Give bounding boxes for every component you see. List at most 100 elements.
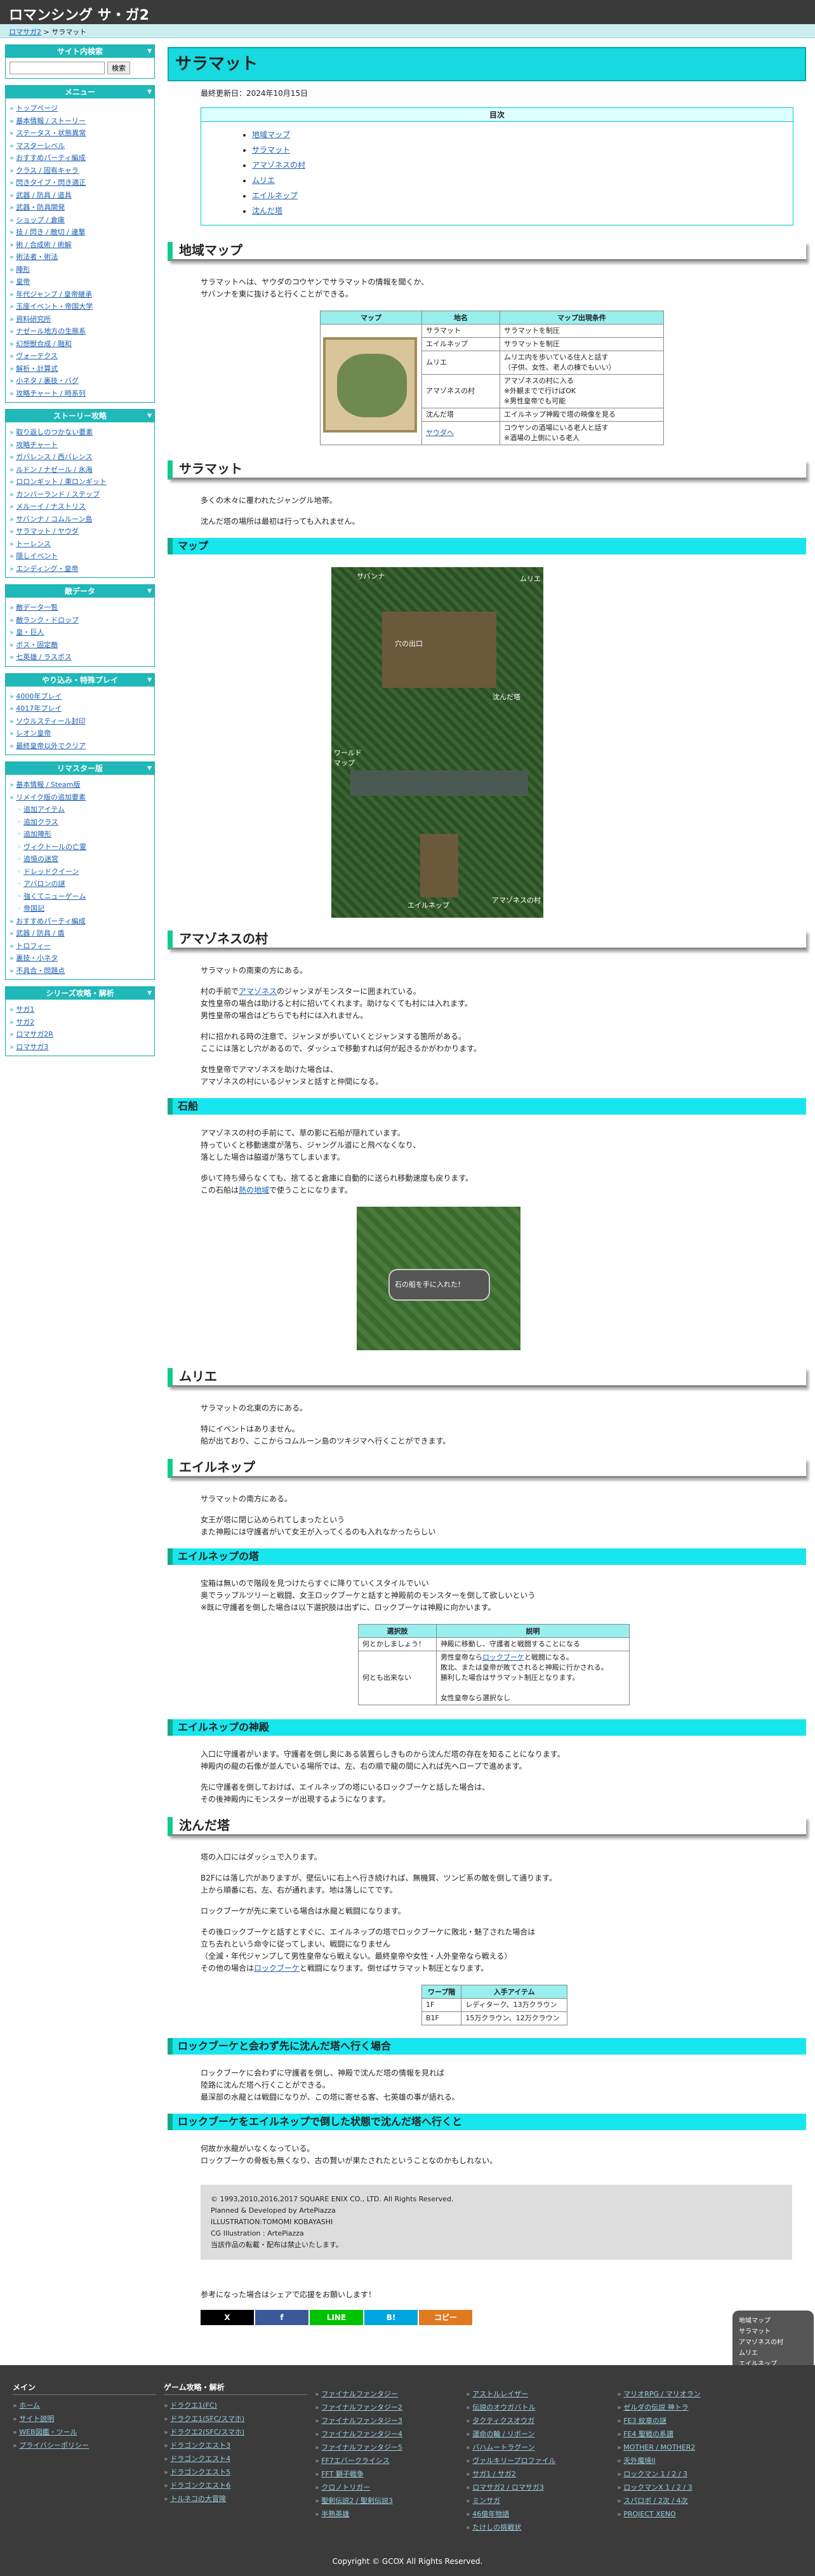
- footer-link[interactable]: サガ1 / サガ2: [466, 2467, 609, 2481]
- sidebar-item[interactable]: サバンナ / コムルーン島: [10, 513, 152, 526]
- footer-link[interactable]: ドラクエ2(SFC/スマホ): [164, 2425, 307, 2439]
- footer-link[interactable]: ドラゴンクエスト3: [164, 2439, 307, 2452]
- sidebar-item[interactable]: 幻想獣合成 / 融和: [10, 338, 152, 351]
- sidebar-item[interactable]: トロフィー: [10, 940, 152, 953]
- sidebar-item[interactable]: 七英雄 / ラスボス: [10, 651, 152, 664]
- footer-link[interactable]: ドラゴンクエスト6: [164, 2479, 307, 2492]
- sidebar-item[interactable]: 強くてニューゲーム: [10, 890, 152, 903]
- sidebar-item[interactable]: ソウルスティール封印: [10, 715, 152, 728]
- sidebar-item[interactable]: マスターレベル: [10, 140, 152, 152]
- footer-link[interactable]: サイト説明: [13, 2412, 156, 2425]
- footer-link[interactable]: FE4 聖戦の系譜: [617, 2427, 760, 2441]
- toc-item[interactable]: アマゾネスの村: [252, 158, 793, 173]
- sidebar-item[interactable]: エンディング・皇帝: [10, 563, 152, 575]
- footer-link[interactable]: トルネコの大冒険: [164, 2492, 307, 2506]
- sidebar-item[interactable]: 取り返しのつかない要素: [10, 426, 152, 439]
- footer-link[interactable]: ロックマンX 1 / 2 / 3: [617, 2481, 760, 2494]
- sidebar-item[interactable]: 解析・計算式: [10, 363, 152, 375]
- sidebar-item[interactable]: 追加アイテム: [10, 803, 152, 816]
- site-title[interactable]: ロマンシング サ・ガ2: [9, 8, 149, 23]
- sidebar-item[interactable]: 武器 / 防具 / 道具: [10, 189, 152, 202]
- sidebar-item[interactable]: 技 / 閃き / 敵切 / 連撃: [10, 226, 152, 239]
- sidebar-item[interactable]: 裏技・小ネタ: [10, 952, 152, 965]
- sidebar-item[interactable]: 敵データ一覧: [10, 601, 152, 614]
- float-nav-item[interactable]: アマゾネスの村: [739, 2337, 807, 2348]
- sidebar-item[interactable]: ロマサガ2R: [10, 1028, 152, 1041]
- sidebar-item[interactable]: 術法者・術法: [10, 251, 152, 264]
- footer-link[interactable]: ドラクエ1(FC): [164, 2399, 307, 2412]
- sidebar-item[interactable]: ヴォーテクス: [10, 350, 152, 363]
- sidebar-item[interactable]: 4000年プレイ: [10, 690, 152, 703]
- sidebar-item[interactable]: クラス / 固有キャラ: [10, 164, 152, 177]
- sidebar-item[interactable]: 皇・巨人: [10, 626, 152, 639]
- toc-item[interactable]: 地域マップ: [252, 127, 793, 142]
- sidebar-item[interactable]: 年代ジャンプ / 皇帝継承: [10, 288, 152, 301]
- footer-link[interactable]: WEB図鑑・ツール: [13, 2425, 156, 2439]
- sidebar-item[interactable]: ドレッドクイーン: [10, 866, 152, 878]
- sidebar-item[interactable]: 資料研究所: [10, 313, 152, 326]
- sidebar-item[interactable]: 帝国記: [10, 902, 152, 915]
- sidebar-item[interactable]: ガバレンス / 西バレンス: [10, 451, 152, 464]
- sidebar-item[interactable]: 追加クラス: [10, 816, 152, 829]
- float-nav-item[interactable]: 地域マップ: [739, 2316, 807, 2326]
- share-button[interactable]: LINE: [310, 2310, 363, 2325]
- sidebar-item[interactable]: ヴィクトールの亡霊: [10, 841, 152, 854]
- footer-link[interactable]: 天外魔境II: [617, 2454, 760, 2467]
- sidebar-item[interactable]: ロロンギット / 東ロンギット: [10, 476, 152, 488]
- footer-link[interactable]: FFT 獅子戦争: [315, 2467, 458, 2481]
- sidebar-item[interactable]: 閃きタイプ・閃き適正: [10, 177, 152, 189]
- sidebar-item[interactable]: 4017年プレイ: [10, 702, 152, 715]
- footer-link[interactable]: FF7エバークライシス: [315, 2454, 458, 2467]
- sidebar-item[interactable]: ルドン / ナゼール / 氷海: [10, 464, 152, 476]
- sidebar-item[interactable]: ナゼール地方の生態系: [10, 325, 152, 338]
- sidebar-item[interactable]: ボス・固定敵: [10, 639, 152, 652]
- footer-link[interactable]: 伝説のオウガバトル: [466, 2401, 609, 2414]
- sidebar-item[interactable]: 基本情報 / ストーリー: [10, 115, 152, 128]
- footer-link[interactable]: バハムートラグーン: [466, 2441, 609, 2454]
- footer-link[interactable]: ヴァルキリープロファイル: [466, 2454, 609, 2467]
- footer-link[interactable]: ファイナルファンタジー3: [315, 2414, 458, 2427]
- sidebar-item[interactable]: 追加陣形: [10, 828, 152, 841]
- sidebar-item[interactable]: 玉座イベント・帝国大学: [10, 300, 152, 313]
- sidebar-item[interactable]: カンバーランド / ステップ: [10, 488, 152, 501]
- sidebar-item[interactable]: リメイク版の追加要素: [10, 791, 152, 804]
- footer-link[interactable]: ドラゴンクエスト5: [164, 2465, 307, 2479]
- sidebar-item[interactable]: レオン皇帝: [10, 727, 152, 740]
- footer-link[interactable]: スパロボ / 2次 / 4次: [617, 2494, 760, 2507]
- footer-link[interactable]: 聖剣伝説2 / 聖剣伝説3: [315, 2494, 458, 2507]
- sidebar-item[interactable]: 基本情報 / Steam版: [10, 779, 152, 791]
- float-nav-item[interactable]: サラマット: [739, 2326, 807, 2337]
- sidebar-item[interactable]: 最終皇帝以外でクリア: [10, 740, 152, 753]
- footer-link[interactable]: ドラゴンクエスト4: [164, 2452, 307, 2465]
- share-button[interactable]: B!: [364, 2310, 418, 2325]
- footer-link[interactable]: ロマサガ2 / ロマサガ3: [466, 2481, 609, 2494]
- footer-link[interactable]: ゼルダの伝説 神トラ: [617, 2401, 760, 2414]
- footer-link[interactable]: ミンサガ: [466, 2494, 609, 2507]
- footer-link[interactable]: FE3 紋章の謎: [617, 2414, 760, 2427]
- sidebar-item[interactable]: おすすめパーティ編成: [10, 152, 152, 164]
- toc-item[interactable]: 沈んだ塔: [252, 203, 793, 218]
- footer-link[interactable]: MOTHER / MOTHER2: [617, 2441, 760, 2454]
- share-button[interactable]: f: [255, 2310, 308, 2325]
- footer-link[interactable]: ファイナルファンタジー4: [315, 2427, 458, 2441]
- sidebar-item[interactable]: トップページ: [10, 102, 152, 115]
- toc-item[interactable]: ムリエ: [252, 173, 793, 188]
- breadcrumb-home[interactable]: ロマサガ2: [9, 28, 41, 36]
- toc-item[interactable]: エイルネップ: [252, 188, 793, 203]
- footer-link[interactable]: ドラクエ1(SFC/スマホ): [164, 2412, 307, 2425]
- sidebar-item[interactable]: メルーイ / ナストリス: [10, 500, 152, 513]
- footer-link[interactable]: たけしの挑戦状: [466, 2521, 609, 2534]
- footer-link[interactable]: 46億年物語: [466, 2507, 609, 2521]
- footer-link[interactable]: ホーム: [13, 2399, 156, 2412]
- sidebar-item[interactable]: トーレンス: [10, 538, 152, 551]
- footer-link[interactable]: 半熟英雄: [315, 2507, 458, 2521]
- search-input[interactable]: [10, 62, 105, 74]
- share-button[interactable]: コピー: [419, 2310, 472, 2325]
- sidebar-item[interactable]: 陣形: [10, 264, 152, 276]
- footer-link[interactable]: クロノトリガー: [315, 2481, 458, 2494]
- sidebar-item[interactable]: 攻略チャート / 時系列: [10, 387, 152, 400]
- sidebar-item[interactable]: ロマサガ3: [10, 1041, 152, 1054]
- float-nav-item[interactable]: ムリエ: [739, 2348, 807, 2359]
- sidebar-item[interactable]: サガ1: [10, 1003, 152, 1016]
- share-button[interactable]: X: [201, 2310, 254, 2325]
